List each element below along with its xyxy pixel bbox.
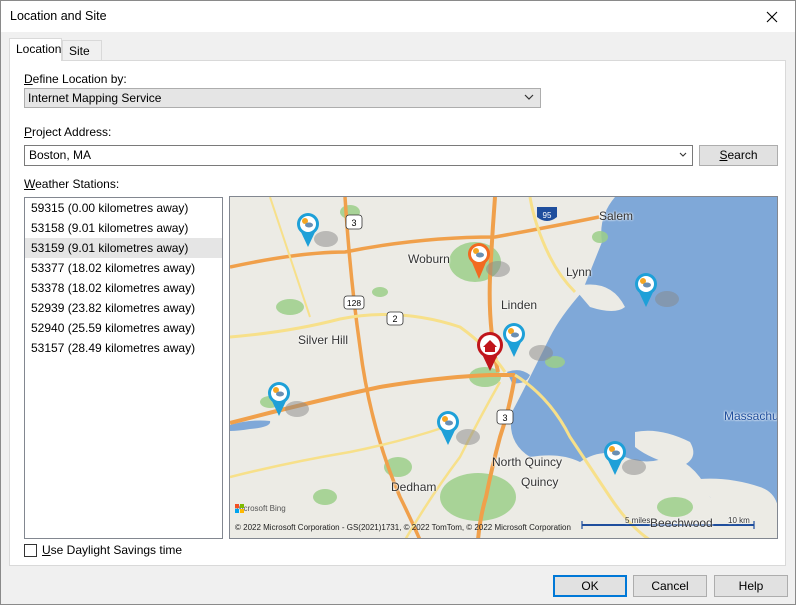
map-label-beechwood: Beechwood	[650, 516, 713, 530]
map-view[interactable]: 3 95 128 2 3 Salem Woburn Lynn Linden Si…	[229, 196, 778, 539]
project-address-label: Project Address:	[24, 125, 112, 139]
project-address-input[interactable]: Boston, MA	[24, 145, 693, 166]
close-icon	[766, 11, 778, 22]
weather-station-pin[interactable]	[297, 197, 338, 247]
svg-text:95: 95	[543, 211, 552, 220]
scale-label-miles: 5 miles	[625, 516, 651, 525]
route-shield-2: 2	[386, 311, 404, 326]
tab-location[interactable]: Location	[9, 38, 62, 61]
list-item[interactable]: 53377 (18.02 kilometres away)	[25, 258, 222, 278]
daylight-savings-label: Use Daylight Savings time	[42, 543, 183, 557]
microsoft-logo-icon	[235, 504, 244, 513]
map-label-woburn: Woburn	[408, 252, 450, 266]
close-button[interactable]	[749, 1, 795, 32]
map-label-north-quincy: North Quincy	[492, 455, 563, 469]
dialog-title: Location and Site	[10, 9, 107, 23]
chevron-down-icon	[524, 94, 534, 100]
define-location-label: Define Location by:	[24, 72, 127, 86]
route-shield-3: 3	[496, 409, 514, 425]
svg-text:128: 128	[347, 298, 361, 308]
list-item-selected[interactable]: 53159 (9.01 kilometres away)	[25, 238, 222, 258]
chevron-down-icon[interactable]	[679, 152, 687, 158]
cancel-button[interactable]: Cancel	[633, 575, 707, 597]
park	[372, 287, 388, 297]
project-address-value: Boston, MA	[29, 148, 92, 162]
weather-stations-label: Weather Stations:	[24, 177, 120, 191]
route-shield-95: 95	[537, 207, 557, 221]
list-item[interactable]: 53158 (9.01 kilometres away)	[25, 218, 222, 238]
map-label-silver-hill: Silver Hill	[298, 333, 349, 347]
checkbox-box[interactable]	[24, 543, 37, 557]
location-tab-panel: Define Location by: Internet Mapping Ser…	[9, 60, 786, 566]
park	[657, 497, 693, 517]
park	[276, 299, 304, 315]
weather-stations-list[interactable]: 59315 (0.00 kilometres away) 53158 (9.01…	[24, 197, 223, 539]
map-label-lynn: Lynn	[566, 265, 592, 279]
park	[440, 473, 516, 521]
list-item[interactable]: 53378 (18.02 kilometres away)	[25, 278, 222, 298]
help-button[interactable]: Help	[714, 575, 788, 597]
weather-station-pin[interactable]	[503, 323, 553, 361]
define-location-select[interactable]: Internet Mapping Service	[24, 88, 541, 108]
svg-text:3: 3	[351, 218, 356, 228]
route-shield-3: 3	[345, 214, 363, 230]
tab-site[interactable]: Site	[62, 40, 102, 60]
define-location-value: Internet Mapping Service	[28, 91, 162, 105]
list-item[interactable]: 52940 (25.59 kilometres away)	[25, 318, 222, 338]
list-item[interactable]: 59315 (0.00 kilometres away)	[25, 198, 222, 218]
map-canvas: 3 95 128 2 3	[230, 197, 777, 538]
list-item[interactable]: 52939 (23.82 kilometres away)	[25, 298, 222, 318]
map-label-salem: Salem	[599, 209, 634, 223]
bing-logo: Microsoft Bing	[235, 504, 286, 513]
search-button[interactable]: Search	[699, 145, 778, 166]
map-attribution: © 2022 Microsoft Corporation - GS(2021)1…	[235, 523, 571, 532]
map-label-quincy: Quincy	[521, 475, 559, 489]
route-shield-128: 128	[343, 295, 365, 310]
park	[592, 231, 608, 243]
scale-label-km: 10 km	[728, 516, 750, 525]
map-label-dedham: Dedham	[391, 480, 437, 494]
title-bar: Location and Site	[1, 1, 795, 32]
map-label-linden: Linden	[501, 298, 538, 312]
location-and-site-dialog: Location and Site Location Site Define L…	[0, 0, 796, 605]
svg-text:3: 3	[502, 413, 507, 423]
svg-text:2: 2	[392, 314, 397, 324]
daylight-savings-checkbox[interactable]: Use Daylight Savings time	[24, 543, 182, 557]
ok-button[interactable]: OK	[553, 575, 627, 597]
park	[313, 489, 337, 505]
road	[230, 313, 507, 373]
map-label-massachusetts-bay: Massachu	[724, 409, 778, 423]
list-item[interactable]: 53157 (28.49 kilometres away)	[25, 338, 222, 358]
road	[230, 425, 446, 479]
